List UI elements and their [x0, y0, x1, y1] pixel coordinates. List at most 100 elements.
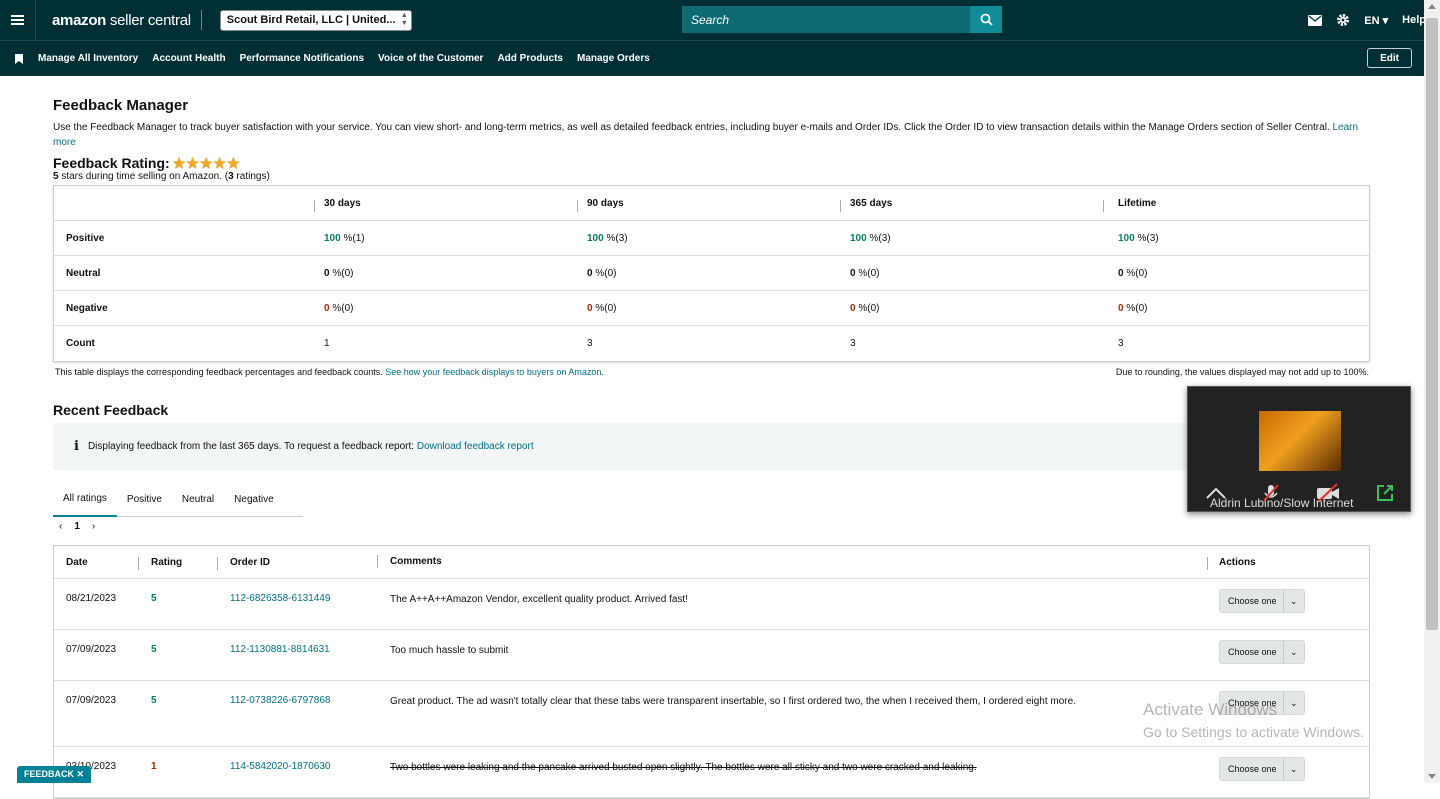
- feedback-rating: 1: [151, 761, 157, 772]
- mail-icon[interactable]: [1308, 14, 1323, 26]
- rounding-note: Due to rounding, the values displayed ma…: [1115, 367, 1369, 377]
- nav-voice-of-the-customer[interactable]: Voice of the Customer: [378, 53, 483, 64]
- windows-activation-watermark: Activate Windows Go to Settings to activ…: [1143, 700, 1364, 740]
- select-arrows-icon: ▲ ▼: [400, 11, 408, 27]
- recent-feedback-title: Recent Feedback: [53, 402, 169, 418]
- pagination: ‹ 1 ›: [53, 521, 1371, 532]
- feedback-rating-table: 30 days 90 days 365 days Lifetime Positi…: [53, 185, 1370, 362]
- feedback-rating-heading: Feedback Rating: ★ ★ ★ ★ ★: [53, 155, 240, 171]
- actions-dropdown[interactable]: Choose one ⌄: [1219, 589, 1305, 613]
- popout-icon[interactable]: [1375, 483, 1395, 503]
- nav-bar: Manage All Inventory Account Health Perf…: [0, 40, 1424, 76]
- table-cell: 100 %(3): [850, 232, 891, 244]
- page-scrollbar[interactable]: [1424, 0, 1440, 783]
- actions-dropdown[interactable]: Choose one ⌄: [1219, 757, 1305, 781]
- nav-manage-all-inventory[interactable]: Manage All Inventory: [38, 53, 138, 64]
- participant-video: [1259, 411, 1341, 471]
- info-alert: i Displaying feedback from the last 365 …: [53, 423, 1370, 470]
- nav-account-health[interactable]: Account Health: [152, 53, 225, 64]
- table-note-left: This table displays the corresponding fe…: [55, 367, 604, 377]
- table-cell: 0 %(0): [1118, 302, 1148, 314]
- hamburger-menu-icon[interactable]: [0, 0, 36, 40]
- table-cell: 3: [850, 338, 856, 349]
- column-header: 90 days: [577, 198, 840, 212]
- row-label: Negative: [66, 302, 108, 314]
- next-page-chevron-icon[interactable]: ›: [92, 521, 95, 532]
- edit-nav-button[interactable]: Edit: [1367, 48, 1412, 68]
- scrollbar-thumb[interactable]: [1426, 18, 1438, 630]
- feedback-rating: 5: [151, 644, 157, 655]
- tab-all-ratings[interactable]: All ratings: [53, 482, 117, 517]
- search-button[interactable]: [970, 6, 1002, 33]
- nav-manage-orders[interactable]: Manage Orders: [577, 53, 650, 64]
- feedback-date: 08/21/2023: [66, 593, 117, 604]
- rating-table-notes: This table displays the corresponding fe…: [53, 367, 1371, 377]
- tab-positive[interactable]: Positive: [117, 482, 172, 517]
- feedback-comment: Two bottles were leaking and the pancake…: [390, 762, 977, 773]
- column-header: Order ID: [217, 556, 377, 570]
- actions-dropdown[interactable]: Choose one ⌄: [1219, 640, 1305, 664]
- star-icon: ★: [186, 155, 199, 171]
- table-cell: 0 %(0): [850, 302, 880, 314]
- download-report-link[interactable]: Download feedback report: [417, 441, 534, 452]
- table-row: 07/09/2023 5 112-1130881-8814631 Too muc…: [54, 630, 1369, 681]
- feedback-comment: Too much hassle to submit: [390, 645, 509, 656]
- feedback-table-header: Date Rating Order ID Comments Actions: [54, 546, 1369, 579]
- top-right-controls: EN ▾ Help: [1308, 0, 1426, 40]
- order-id-link[interactable]: 112-1130881-8814631: [217, 644, 377, 655]
- table-cell: 3: [587, 338, 593, 349]
- column-header: Rating: [138, 556, 217, 570]
- row-label: Positive: [66, 232, 105, 244]
- seller-central-logo[interactable]: amazon seller central: [52, 12, 191, 29]
- feedback-rating: 5: [151, 593, 157, 604]
- order-id-link[interactable]: 112-6826358-6131449: [217, 593, 377, 604]
- table-row: 08/21/2023 5 112-6826358-6131449 The A++…: [54, 579, 1369, 630]
- feedback-display-link[interactable]: See how your feedback displays to buyers…: [385, 367, 604, 377]
- nav-performance-notifications[interactable]: Performance Notifications: [240, 53, 364, 64]
- order-id-link[interactable]: 112-0738226-6797868: [217, 695, 377, 706]
- tab-neutral[interactable]: Neutral: [172, 482, 224, 517]
- feedback-tab-button[interactable]: FEEDBACK ✕: [17, 766, 91, 783]
- table-row: 03/10/2023 1 114-5842020-1870630 Two bot…: [54, 747, 1369, 798]
- prev-page-chevron-icon[interactable]: ‹: [59, 521, 62, 532]
- column-header: 365 days: [840, 198, 1103, 212]
- rating-summary: 5 stars during time selling on Amazon. (…: [53, 171, 270, 182]
- watermark-title: Activate Windows: [1143, 700, 1278, 719]
- recent-feedback-table: Date Rating Order ID Comments Actions 08…: [53, 545, 1370, 799]
- chevron-down-icon: ⌄: [1282, 758, 1304, 780]
- table-cell: 100 %(1): [324, 232, 365, 244]
- star-icon: ★: [172, 155, 186, 171]
- order-id-link[interactable]: 114-5842020-1870630: [217, 761, 377, 772]
- table-row: Positive 100 %(1) 100 %(3) 100 %(3) 100 …: [54, 221, 1369, 256]
- video-call-window[interactable]: Aldrin Lubino/Slow Internet: [1187, 386, 1411, 512]
- scroll-down-arrow-icon[interactable]: [1428, 774, 1436, 779]
- watermark-subtitle: Go to Settings to activate Windows.: [1143, 724, 1364, 740]
- help-link[interactable]: Help: [1402, 14, 1426, 26]
- feedback-date: 07/09/2023: [66, 695, 117, 706]
- tab-negative[interactable]: Negative: [224, 482, 283, 517]
- rating-filter-tabs: All ratings Positive Neutral Negative: [53, 482, 303, 517]
- table-cell: 3: [1118, 338, 1124, 349]
- chevron-down-icon: ⌄: [1282, 590, 1304, 612]
- table-cell: 0 %(0): [587, 302, 617, 314]
- table-row: Count 1 3 3 3: [54, 326, 1369, 361]
- feedback-date: 07/09/2023: [66, 644, 117, 655]
- account-selector[interactable]: Scout Bird Retail, LLC | United... ▲ ▼: [219, 9, 412, 31]
- table-cell: 0 %(0): [324, 302, 354, 314]
- table-row: Negative 0 %(0) 0 %(0) 0 %(0) 0 %(0): [54, 291, 1369, 326]
- nav-add-products[interactable]: Add Products: [497, 53, 563, 64]
- participant-name: Aldrin Lubino/Slow Internet: [1210, 496, 1354, 510]
- page-number[interactable]: 1: [74, 521, 80, 532]
- bookmark-icon[interactable]: [0, 53, 38, 64]
- table-cell: 0 %(0): [324, 267, 354, 279]
- column-header: Actions: [1207, 556, 1367, 570]
- page-description: Use the Feedback Manager to track buyer …: [53, 122, 1359, 148]
- feedback-comment: The A++A++Amazon Vendor, excellent quali…: [390, 594, 688, 605]
- table-cell: 1: [324, 338, 330, 349]
- language-selector[interactable]: EN ▾: [1364, 14, 1388, 27]
- scroll-up-arrow-icon[interactable]: [1428, 4, 1436, 9]
- rating-table-header: 30 days 90 days 365 days Lifetime: [54, 186, 1369, 221]
- settings-gear-icon[interactable]: [1336, 13, 1350, 27]
- search-input[interactable]: Search: [682, 6, 970, 33]
- rating-stars: ★ ★ ★ ★ ★: [173, 156, 240, 170]
